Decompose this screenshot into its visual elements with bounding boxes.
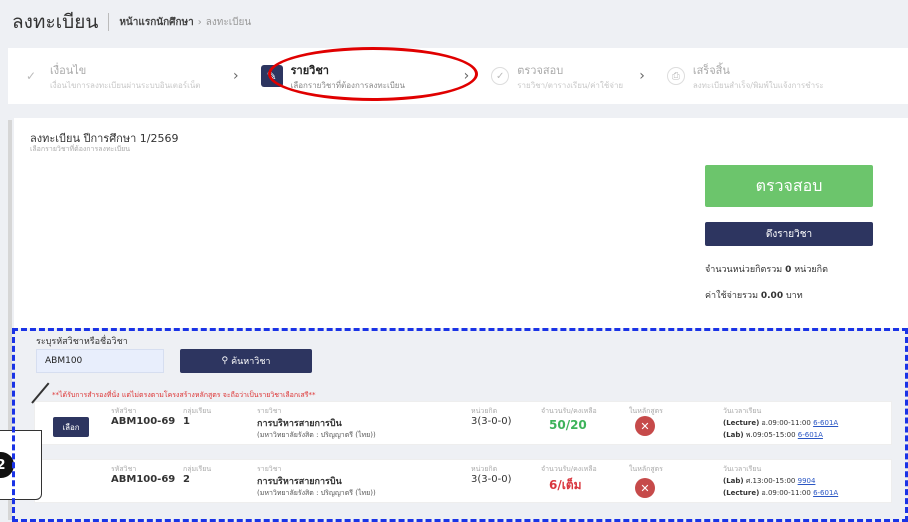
schedule-time: พ.09:05-15:00 <box>745 431 796 439</box>
step-subtitle: รายวิชา/ตารางเรียน/ค่าใช้จ่าย <box>517 80 624 90</box>
course-seats: 50/20 <box>549 418 587 432</box>
divider <box>108 13 110 31</box>
schedule-time: ศ.13:00-15:00 <box>745 477 796 485</box>
schedule-time: อ.09:00-11:00 <box>761 489 811 497</box>
check-icon: ✓ <box>25 69 37 83</box>
course-seats: 6/เต็ม <box>549 478 582 492</box>
course-group: 1 <box>183 416 190 427</box>
col-curriculum-label: ในหลักสูตร <box>629 465 663 473</box>
schedule-line: (Lab) พ.09:05-15:00 6-601A <box>723 430 823 441</box>
print-icon: ⎙ <box>666 67 685 85</box>
col-schedule-label: วันเวลาเรียน <box>723 407 762 415</box>
step-title: ตรวจสอบ <box>517 63 564 77</box>
room-link[interactable]: 6-601A <box>813 489 838 497</box>
step-subtitle: เงื่อนไขการลงทะเบียนผ่านระบบอินเตอร์เน็ต <box>50 80 201 90</box>
chevron-right-icon: › <box>639 68 645 84</box>
step-review: ✓ ตรวจสอบ รายวิชา/ตารางเรียน/ค่าใช้จ่าย <box>479 61 629 92</box>
schedule-type: (Lecture) <box>723 419 760 427</box>
summary-panel: ตรวจสอบ ดึงรายวิชา จำนวนหน่วยกิตรวม 0 หน… <box>689 148 889 318</box>
schedule-line: (Lecture) อ.09:00-11:00 6-601A <box>723 418 838 429</box>
room-link[interactable]: 6-601A <box>813 419 838 427</box>
page-title: ลงทะเบียน <box>12 11 99 33</box>
search-input[interactable]: ABM100 <box>36 349 164 373</box>
course-group: 2 <box>183 474 190 485</box>
course-university: (มหาวิทยาลัยรังสิต : ปริญญาตรี (ไทย)) <box>257 431 376 439</box>
col-schedule-label: วันเวลาเรียน <box>723 465 762 473</box>
breadcrumb: หน้าแรกนักศึกษา › ลงทะเบียน <box>119 15 251 30</box>
chevron-right-icon: › <box>233 68 239 84</box>
course-code: ABM100-69 <box>111 416 176 427</box>
chevron-right-icon: › <box>197 16 202 28</box>
pencil-icon: ✎ <box>260 65 283 87</box>
not-in-curriculum-icon: ✕ <box>635 478 655 498</box>
course-search-section: ระบุรหัสวิชาหรือชื่อวิชา ABM100 ⚲ ค้นหาว… <box>12 328 908 522</box>
step-title: เงื่อนไข <box>50 63 87 77</box>
credits-label: จำนวนหน่วยกิตรวม <box>705 265 783 275</box>
schedule-type: (Lecture) <box>723 489 760 497</box>
check-circle-icon: ✓ <box>491 67 510 85</box>
schedule-type: (Lab) <box>723 477 744 485</box>
registration-panel: ลงทะเบียน ปีการศึกษา 1/2569 เลือกรายวิชา… <box>14 118 908 328</box>
course-row: รหัสวิชา ABM100-69 กลุ่มเรียน 2 รายวิชา … <box>34 459 892 503</box>
course-row: เลือก รหัสวิชา ABM100-69 กลุ่มเรียน 1 รา… <box>34 401 892 445</box>
step-title: เสร็จสิ้น <box>692 63 730 77</box>
breadcrumb-current: ลงทะเบียน <box>205 16 252 28</box>
credits-value: 0 <box>785 265 792 275</box>
registration-stepper: ✓ เงื่อนไข เงื่อนไขการลงทะเบียนผ่านระบบอ… <box>8 48 908 104</box>
search-icon: ⚲ <box>221 356 229 366</box>
room-link[interactable]: 9904 <box>798 477 816 485</box>
course-credit: 3(3-0-0) <box>471 474 512 485</box>
credits-unit: หน่วยกิต <box>794 265 828 275</box>
search-label: ระบุรหัสวิชาหรือชื่อวิชา <box>36 337 128 347</box>
total-cost: ค่าใช้จ่ายรวม 0.00 บาท <box>705 288 803 302</box>
col-seats-label: จำนวนรับ/คงเหลือ <box>541 407 597 415</box>
step-finish: ⎙ เสร็จสิ้น ลงทะเบียนสำเร็จ/พิมพ์ใบแจ้งก… <box>655 61 823 92</box>
cost-value: 0.00 <box>760 291 784 301</box>
course-university: (มหาวิทยาลัยรังสิต : ปริญญาตรี (ไทย)) <box>257 489 376 497</box>
not-in-curriculum-icon: ✕ <box>635 416 655 436</box>
step-conditions: ✓ เงื่อนไข เงื่อนไขการลงทะเบียนผ่านระบบอ… <box>8 61 223 92</box>
total-credits: จำนวนหน่วยกิตรวม 0 หน่วยกิต <box>705 262 828 276</box>
course-name: การบริหารสายการบิน <box>257 419 342 429</box>
schedule-type: (Lab) <box>723 431 744 439</box>
schedule-time: อ.09:00-11:00 <box>761 419 811 427</box>
course-credit: 3(3-0-0) <box>471 416 512 427</box>
select-course-button[interactable]: เลือก <box>53 417 89 437</box>
cost-unit: บาท <box>785 291 803 301</box>
step-title: รายวิชา <box>290 63 329 77</box>
room-link[interactable]: 6-601A <box>798 431 823 439</box>
pull-courses-button[interactable]: ดึงรายวิชา <box>705 222 873 246</box>
chevron-right-icon: › <box>463 68 470 84</box>
schedule-line: (Lecture) อ.09:00-11:00 6-601A <box>723 488 838 499</box>
search-button-label: ค้นหาวิชา <box>231 357 271 367</box>
search-button[interactable]: ⚲ ค้นหาวิชา <box>180 349 312 373</box>
review-button[interactable]: ตรวจสอบ <box>705 165 873 207</box>
semester-subtitle: เลือกรายวิชาที่ต้องการลงทะเบียน <box>30 145 131 153</box>
step-subtitle: เลือกรายวิชาที่ต้องการลงทะเบียน <box>290 80 405 90</box>
col-seats-label: จำนวนรับ/คงเหลือ <box>541 465 597 473</box>
cost-label: ค่าใช้จ่ายรวม <box>705 291 758 301</box>
step-subtitle: ลงทะเบียนสำเร็จ/พิมพ์ใบแจ้งการชำระ <box>692 80 823 90</box>
step-courses: ✎ รายวิชา เลือกรายวิชาที่ต้องการลงทะเบีย… <box>249 61 454 92</box>
page-header: ลงทะเบียน หน้าแรกนักศึกษา › ลงทะเบียน <box>0 0 908 44</box>
schedule-line: (Lab) ศ.13:00-15:00 9904 <box>723 476 815 487</box>
course-name: การบริหารสายการบิน <box>257 477 342 487</box>
warning-text: **ได้รับการสำรองที่นั่ง แต่ไม่ตรงตามโครง… <box>52 391 316 399</box>
course-code: ABM100-69 <box>111 474 176 485</box>
breadcrumb-home[interactable]: หน้าแรกนักศึกษา <box>119 15 193 30</box>
